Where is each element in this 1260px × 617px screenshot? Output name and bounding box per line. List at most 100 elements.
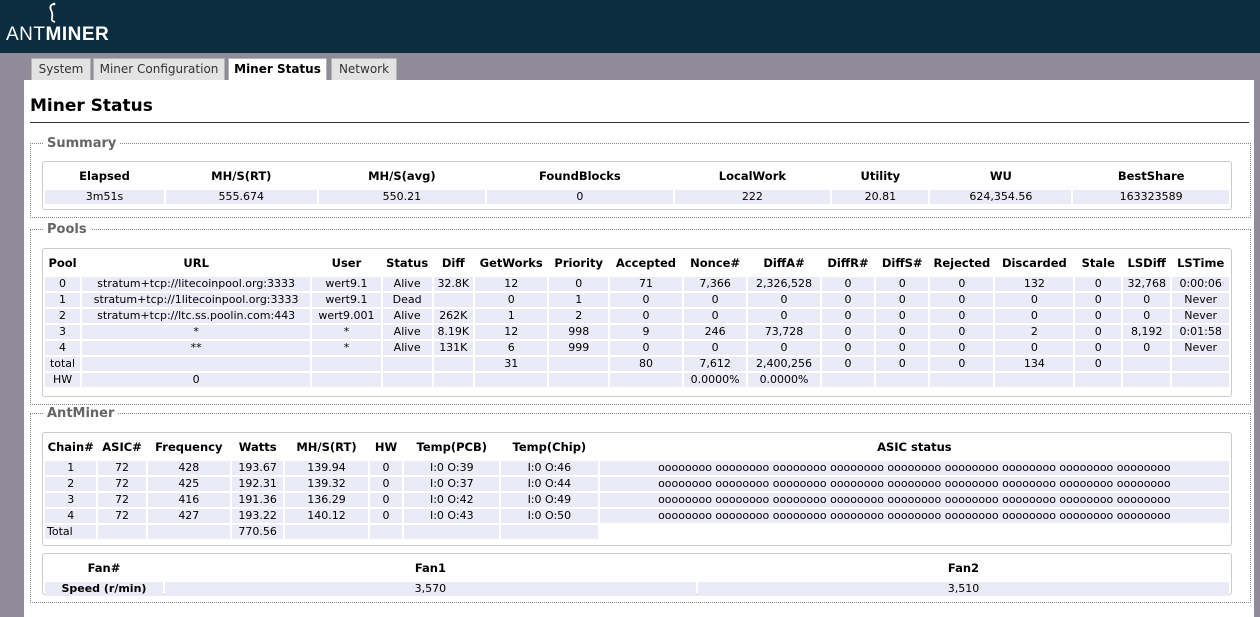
pool-cell: 73,728 [748, 325, 820, 339]
fans-header-cell: Fan1 [414, 561, 446, 575]
pools-header-cell: Stale [1081, 256, 1115, 270]
pool-cell: stratum+tcp://1litecoinpool.org:3333 [82, 293, 311, 307]
summary-header-cell: Elapsed [79, 169, 130, 183]
summary-value-row: 3m51s 555.674 550.21 0 222 20.81 624,354.56 163… [45, 190, 1229, 204]
pool-cell: 0 [1075, 357, 1122, 371]
pool-cell [312, 357, 381, 371]
pool-cell: 0 [995, 293, 1074, 307]
pool-cell: Dead [382, 293, 432, 307]
chains-panel: Chain# ASIC# Frequency Watts MH/S(RT) HW Temp(… [42, 432, 1232, 546]
brand-logo: ANTMINER [6, 24, 109, 46]
pool-cell: 0 [1075, 309, 1122, 323]
tab-network[interactable]: Network [331, 58, 397, 80]
chains-header-cell: Chain# [47, 440, 94, 454]
pool-cell [433, 357, 473, 371]
pools-header-cell: Status [386, 256, 429, 270]
pool-cell: 0 [876, 309, 929, 323]
pool-cell: 7,366 [684, 277, 747, 291]
chain-cell: I:0 O:49 [501, 493, 598, 507]
pool-cell: total [45, 357, 81, 371]
chains-header-cell: Watts [238, 440, 277, 454]
pool-cell: 0 [1075, 325, 1122, 339]
pool-cell: 12 [474, 277, 548, 291]
pool-cell: 0 [930, 357, 994, 371]
summary-header-cell: Utility [860, 169, 901, 183]
summary-header-cell: LocalWork [718, 169, 787, 183]
chain-cell: 72 [98, 477, 146, 491]
pool-cell: 32,768 [1123, 277, 1171, 291]
pool-cell: 0.0000% [748, 373, 820, 387]
pool-cell: 6 [474, 341, 548, 355]
tab-miner-status[interactable]: Miner Status [228, 58, 327, 81]
pool-row: 4 ** * Alive 131K 6 999 0 0 0 0 0 0 0 0 0 Never [45, 341, 1229, 355]
pool-cell: 246 [684, 325, 747, 339]
pool-cell: 0 [1075, 277, 1122, 291]
pool-cell: 0.0000% [684, 373, 747, 387]
summary-legend: Summary [47, 136, 117, 151]
summary-value-cell: 550.21 [318, 190, 486, 204]
chain-row: 4 72 427 193.22 140.12 0 I:0 O:43 I:0 O:50 ooooo… [45, 509, 1229, 523]
summary-value-cell: 3m51s [45, 190, 164, 204]
chain-cell: 72 [98, 461, 146, 475]
pool-cell: 0 [748, 341, 820, 355]
brand-prefix: ANT [6, 24, 46, 45]
pool-cell: 998 [549, 325, 608, 339]
pool-cell [609, 373, 682, 387]
pools-header-cell: GetWorks [479, 256, 543, 270]
pool-cell [995, 373, 1074, 387]
pool-cell: 8.19K [433, 325, 473, 339]
chain-cell: 139.94 [285, 461, 368, 475]
pool-cell: 32.8K [433, 277, 473, 291]
pool-cell: 0:00:06 [1172, 277, 1229, 291]
pool-cell: 2,326,528 [748, 277, 820, 291]
chain-total-cell [369, 525, 403, 539]
pool-cell [930, 373, 994, 387]
pool-cell: 0 [609, 309, 682, 323]
summary-value-cell: 555.674 [165, 190, 317, 204]
summary-value-cell: 0 [487, 190, 673, 204]
chains-header-cell: Frequency [155, 440, 223, 454]
pool-cell: stratum+tcp://litecoinpool.org:3333 [82, 277, 311, 291]
chain-total-cell [147, 525, 230, 539]
pool-cell: 12 [474, 325, 548, 339]
pool-cell: 1 [474, 309, 548, 323]
pool-cell [1123, 373, 1171, 387]
summary-header-cell: MH/S(avg) [368, 169, 436, 183]
chains-header-row: Chain# ASIC# Frequency Watts MH/S(RT) HW Temp(… [45, 435, 1229, 459]
pool-cell: 0 [609, 293, 682, 307]
chain-cell: I:0 O:50 [501, 509, 598, 523]
pools-header-cell: URL [183, 256, 209, 270]
pool-cell: 2 [549, 309, 608, 323]
pools-header-cell: Rejected [933, 256, 991, 270]
chain-cell: I:0 O:46 [501, 461, 598, 475]
pools-header-cell: LSDiff [1127, 256, 1166, 270]
pool-cell: 0 [1123, 341, 1171, 355]
pool-cell: 262K [433, 309, 473, 323]
tab-miner-configuration[interactable]: Miner Configuration [93, 58, 225, 80]
chain-row: 2 72 425 192.31 139.32 0 I:0 O:37 I:0 O:44 ooooo… [45, 477, 1229, 491]
pool-cell [433, 373, 473, 387]
pool-row: 2 stratum+tcp://ltc.ss.poolin.com:443 wert… [45, 309, 1229, 323]
pool-cell: wert9.001 [312, 309, 381, 323]
pool-cell: 0 [1123, 293, 1171, 307]
fan-speed-cell: 3,510 [697, 582, 1229, 596]
pool-cell: 3 [45, 325, 81, 339]
pool-cell [1123, 357, 1171, 371]
pool-row: 0 stratum+tcp://litecoinpool.org:3333 wert… [45, 277, 1229, 291]
pool-cell [1075, 373, 1122, 387]
chain-cell: 72 [98, 493, 146, 507]
pool-cell: Alive [382, 341, 432, 355]
tab-system[interactable]: System [31, 58, 91, 80]
pools-header-cell: Priority [554, 256, 603, 270]
pool-cell: 0 [82, 373, 311, 387]
chain-cell: 0 [369, 477, 403, 491]
pools-header-cell: Accepted [615, 256, 677, 270]
chain-total-cell [285, 525, 368, 539]
pools-header-cell: Discarded [1001, 256, 1067, 270]
pool-cell: 0 [1075, 293, 1122, 307]
pool-cell: 80 [609, 357, 682, 371]
pool-cell [433, 293, 473, 307]
pool-cell: 0 [821, 357, 875, 371]
chain-cell: 427 [147, 509, 230, 523]
pool-cell: 2 [45, 309, 81, 323]
